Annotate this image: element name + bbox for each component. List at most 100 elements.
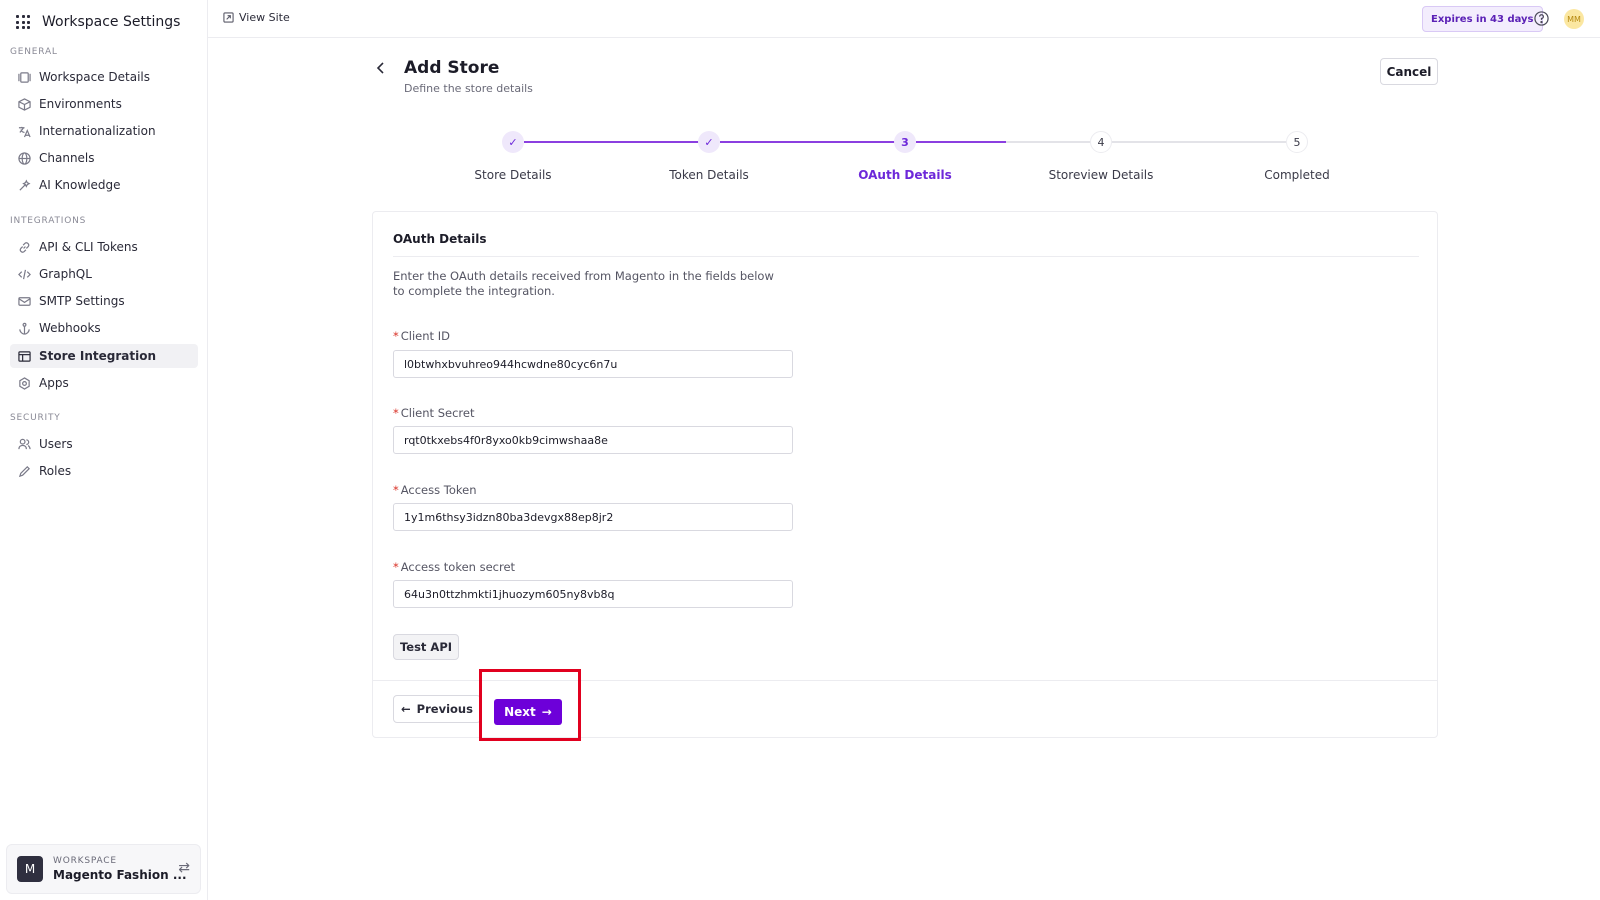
sidebar-item-workspace-details[interactable]: Workspace Details: [10, 65, 198, 89]
client-id-label: * Client ID: [393, 329, 450, 343]
sidebar-item-environments[interactable]: Environments: [10, 92, 198, 116]
step-4-number: 4: [1090, 131, 1112, 153]
page-title: Add Store: [404, 58, 500, 78]
translate-icon: [18, 125, 31, 138]
sidebar-item-ai-knowledge[interactable]: AI Knowledge: [10, 173, 198, 197]
step-label-storeview-details: Storeview Details: [1048, 168, 1154, 182]
user-avatar[interactable]: MM: [1564, 9, 1584, 29]
sidebar-item-smtp-settings[interactable]: SMTP Settings: [10, 289, 198, 313]
required-mark: *: [393, 560, 399, 574]
sidebar-item-label: Environments: [39, 97, 122, 111]
sidebar-item-label: Channels: [39, 151, 95, 165]
expires-badge[interactable]: Expires in 43 days: [1422, 6, 1543, 32]
nav-section-security: SECURITY: [10, 413, 61, 423]
sidebar-item-apps[interactable]: Apps: [10, 371, 198, 395]
link-icon: [18, 241, 31, 254]
sidebar-item-label: Internationalization: [39, 124, 156, 138]
required-mark: *: [393, 483, 399, 497]
sidebar-item-internationalization[interactable]: Internationalization: [10, 119, 198, 143]
sidebar-item-roles[interactable]: Roles: [10, 459, 198, 483]
sidebar-item-label: Apps: [39, 376, 69, 390]
required-mark: *: [393, 329, 399, 343]
stepper-connector-todo: [1006, 141, 1091, 143]
workspace-label: WORKSPACE: [53, 856, 117, 866]
code-icon: [18, 268, 31, 281]
external-link-icon: [223, 12, 234, 23]
topbar: View Site Expires in 43 days MM: [208, 0, 1600, 38]
sidebar-item-label: Users: [39, 437, 73, 451]
sidebar-item-api-cli-tokens[interactable]: API & CLI Tokens: [10, 235, 198, 259]
form-description: Enter the OAuth details received from Ma…: [393, 269, 774, 298]
sidebar-item-webhooks[interactable]: Webhooks: [10, 316, 198, 340]
divider: [393, 256, 1419, 257]
switch-arrows-icon[interactable]: ⇄: [178, 860, 190, 876]
help-icon[interactable]: [1534, 11, 1549, 26]
stepper-connector-progress: [916, 141, 1006, 143]
client-secret-label: * Client Secret: [393, 406, 475, 420]
step-label-store-details: Store Details: [474, 168, 552, 182]
sidebar-item-label: AI Knowledge: [39, 178, 121, 192]
back-arrow-icon[interactable]: [374, 60, 388, 76]
workspace-avatar: M: [17, 856, 43, 882]
sidebar: Workspace Settings GENERAL Workspace Det…: [0, 0, 208, 900]
sidebar-item-label: Webhooks: [39, 321, 101, 335]
page-subtitle: Define the store details: [404, 82, 533, 95]
step-3-number: 3: [894, 131, 916, 153]
access-token-secret-input[interactable]: [393, 580, 793, 608]
sidebar-item-label: Store Integration: [39, 349, 156, 363]
access-token-secret-label: * Access token secret: [393, 560, 516, 574]
workspace-switcher[interactable]: M WORKSPACE Magento Fashion ... ⇄: [6, 844, 201, 894]
client-id-input[interactable]: [393, 350, 793, 378]
store-icon: [18, 350, 31, 363]
view-site-link[interactable]: View Site: [223, 11, 290, 24]
previous-button[interactable]: ← Previous: [393, 695, 481, 723]
footer-divider: [373, 680, 1437, 681]
mail-icon: [18, 295, 31, 308]
step-2-check-icon: ✓: [698, 131, 720, 153]
nav-section-integrations: INTEGRATIONS: [10, 216, 87, 226]
stepper-connector-todo: [1112, 141, 1287, 143]
cube-icon: [18, 97, 31, 111]
sidebar-item-store-integration[interactable]: Store Integration: [10, 344, 198, 368]
previous-label: Previous: [416, 702, 473, 716]
stepper-connector-done: [720, 141, 895, 143]
apps-icon: [18, 376, 31, 390]
test-api-button[interactable]: Test API: [393, 634, 459, 660]
sidebar-item-label: Workspace Details: [39, 70, 151, 84]
step-label-oauth-details: OAuth Details: [858, 168, 952, 182]
next-button[interactable]: Next →: [494, 699, 562, 725]
view-site-label: View Site: [239, 11, 290, 24]
arrow-right-icon: →: [541, 705, 552, 719]
sparkle-icon: [18, 179, 31, 192]
pen-icon: [18, 465, 31, 478]
sidebar-item-graphql[interactable]: GraphQL: [10, 262, 198, 286]
step-label-token-details: Token Details: [669, 168, 749, 182]
oauth-form-card: OAuth Details Enter the OAuth details re…: [372, 211, 1438, 738]
arrow-left-icon: ←: [401, 702, 411, 716]
sidebar-item-label: Roles: [39, 464, 72, 478]
stepper-connector-done: [524, 141, 699, 143]
cancel-button[interactable]: Cancel: [1380, 58, 1438, 85]
step-1-check-icon: ✓: [502, 131, 524, 153]
app-title: Workspace Settings: [42, 14, 181, 30]
access-token-label: * Access Token: [393, 483, 477, 497]
globe-icon: [18, 151, 31, 165]
sidebar-item-label: API & CLI Tokens: [39, 240, 138, 254]
step-5-number: 5: [1286, 131, 1308, 153]
sidebar-item-users[interactable]: Users: [10, 432, 198, 456]
workspace-name: Magento Fashion ...: [53, 868, 187, 882]
client-secret-input[interactable]: [393, 426, 793, 454]
sidebar-item-channels[interactable]: Channels: [10, 146, 198, 170]
users-icon: [18, 438, 31, 451]
anchor-icon: [18, 322, 31, 335]
step-label-completed: Completed: [1264, 168, 1330, 182]
apps-grid-icon[interactable]: [16, 15, 30, 29]
required-mark: *: [393, 406, 399, 420]
sidebar-item-label: GraphQL: [39, 267, 92, 281]
next-label: Next: [504, 705, 536, 719]
sidebar-item-label: SMTP Settings: [39, 294, 125, 308]
nav-section-general: GENERAL: [10, 47, 58, 57]
access-token-input[interactable]: [393, 503, 793, 531]
brand: Workspace Settings: [16, 11, 180, 33]
form-title: OAuth Details: [393, 232, 487, 246]
